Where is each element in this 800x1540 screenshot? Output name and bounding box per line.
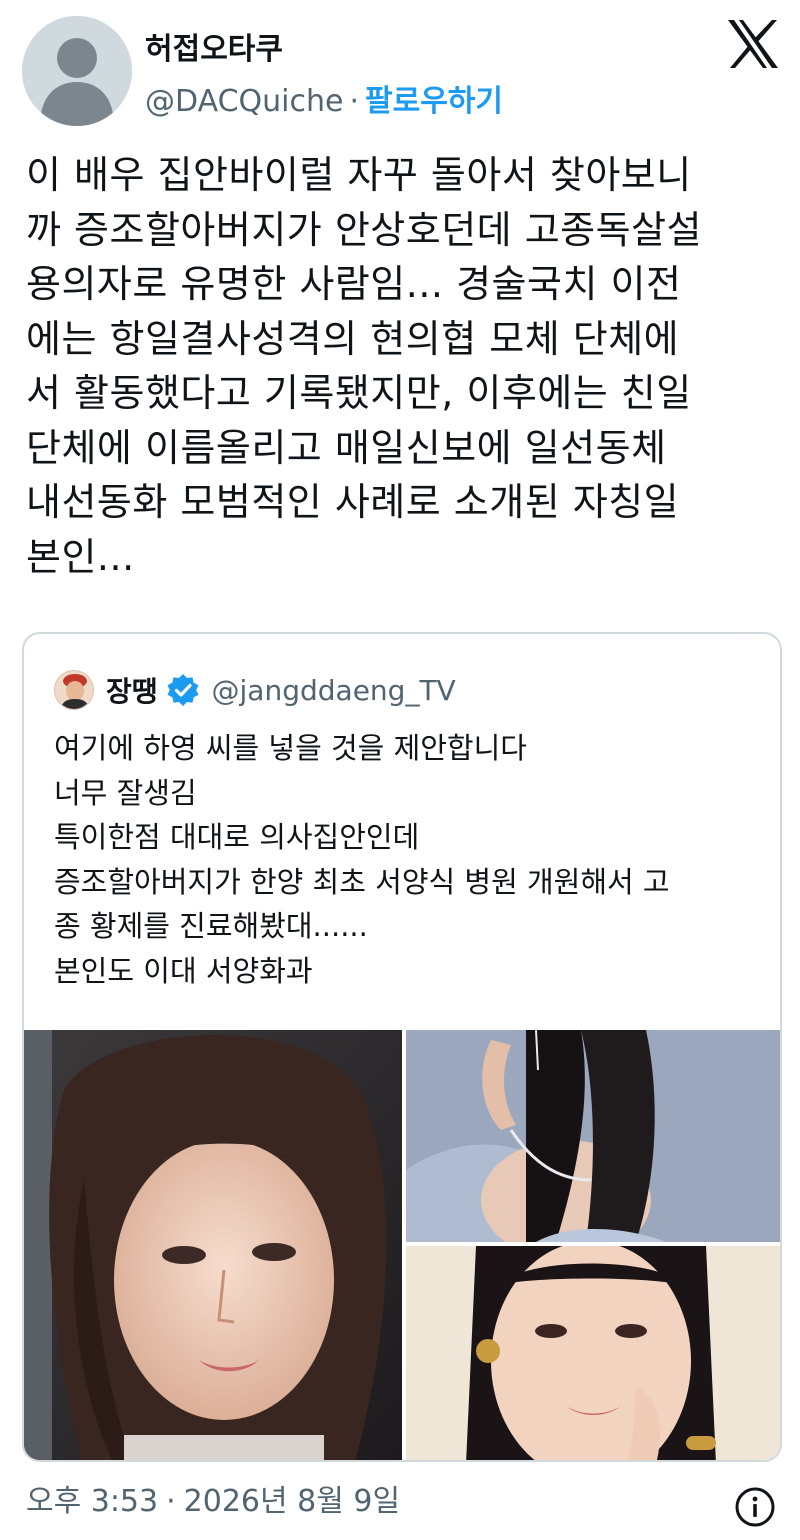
quoted-author-name[interactable]: 장땡 [106, 670, 158, 710]
media-photo-profile[interactable] [406, 1030, 780, 1242]
media-photo-portrait[interactable] [24, 1030, 402, 1460]
footer-separator: · [166, 1484, 176, 1519]
follow-button[interactable]: 팔로우하기 [365, 84, 503, 119]
info-icon[interactable] [734, 1486, 776, 1528]
tweet-header: 허접오타쿠 @DACQuiche · 팔로우하기 [0, 0, 800, 130]
author-name[interactable]: 허접오타쿠 [145, 24, 283, 68]
media-grid [24, 1030, 780, 1460]
x-logo-icon[interactable] [726, 18, 780, 70]
author-handle-row: @DACQuiche · 팔로우하기 [145, 76, 503, 120]
tweet-text: 이 배우 집안바이럴 자꾸 돌아서 찾아보니 까 증조할아버지가 안상호던데 고… [26, 153, 703, 579]
quoted-tweet-header: 장땡 @jangddaeng_TV [54, 670, 456, 710]
quoted-author-avatar[interactable] [54, 670, 94, 710]
tweet-date[interactable]: 2026년 8월 9일 [184, 1484, 400, 1519]
quoted-author-handle[interactable]: @jangddaeng_TV [212, 674, 456, 707]
author-avatar[interactable] [22, 16, 132, 126]
quoted-tweet-text: 여기에 하영 씨를 넣을 것을 제안합니다 너무 잘생김 특이한점 대대로 의사… [54, 731, 670, 988]
quoted-tweet[interactable]: 장땡 @jangddaeng_TV 여기에 하영 씨를 넣을 것을 제안합니다 … [22, 632, 782, 1462]
media-photo-smile[interactable] [406, 1246, 780, 1460]
verified-badge-icon [167, 674, 199, 706]
author-handle[interactable]: @DACQuiche [145, 84, 343, 119]
tweet-time[interactable]: 오후 3:53 [26, 1484, 158, 1519]
tweet-footer: 오후 3:53 · 2026년 8월 9일 [26, 1476, 400, 1520]
handle-separator: · [349, 84, 359, 119]
